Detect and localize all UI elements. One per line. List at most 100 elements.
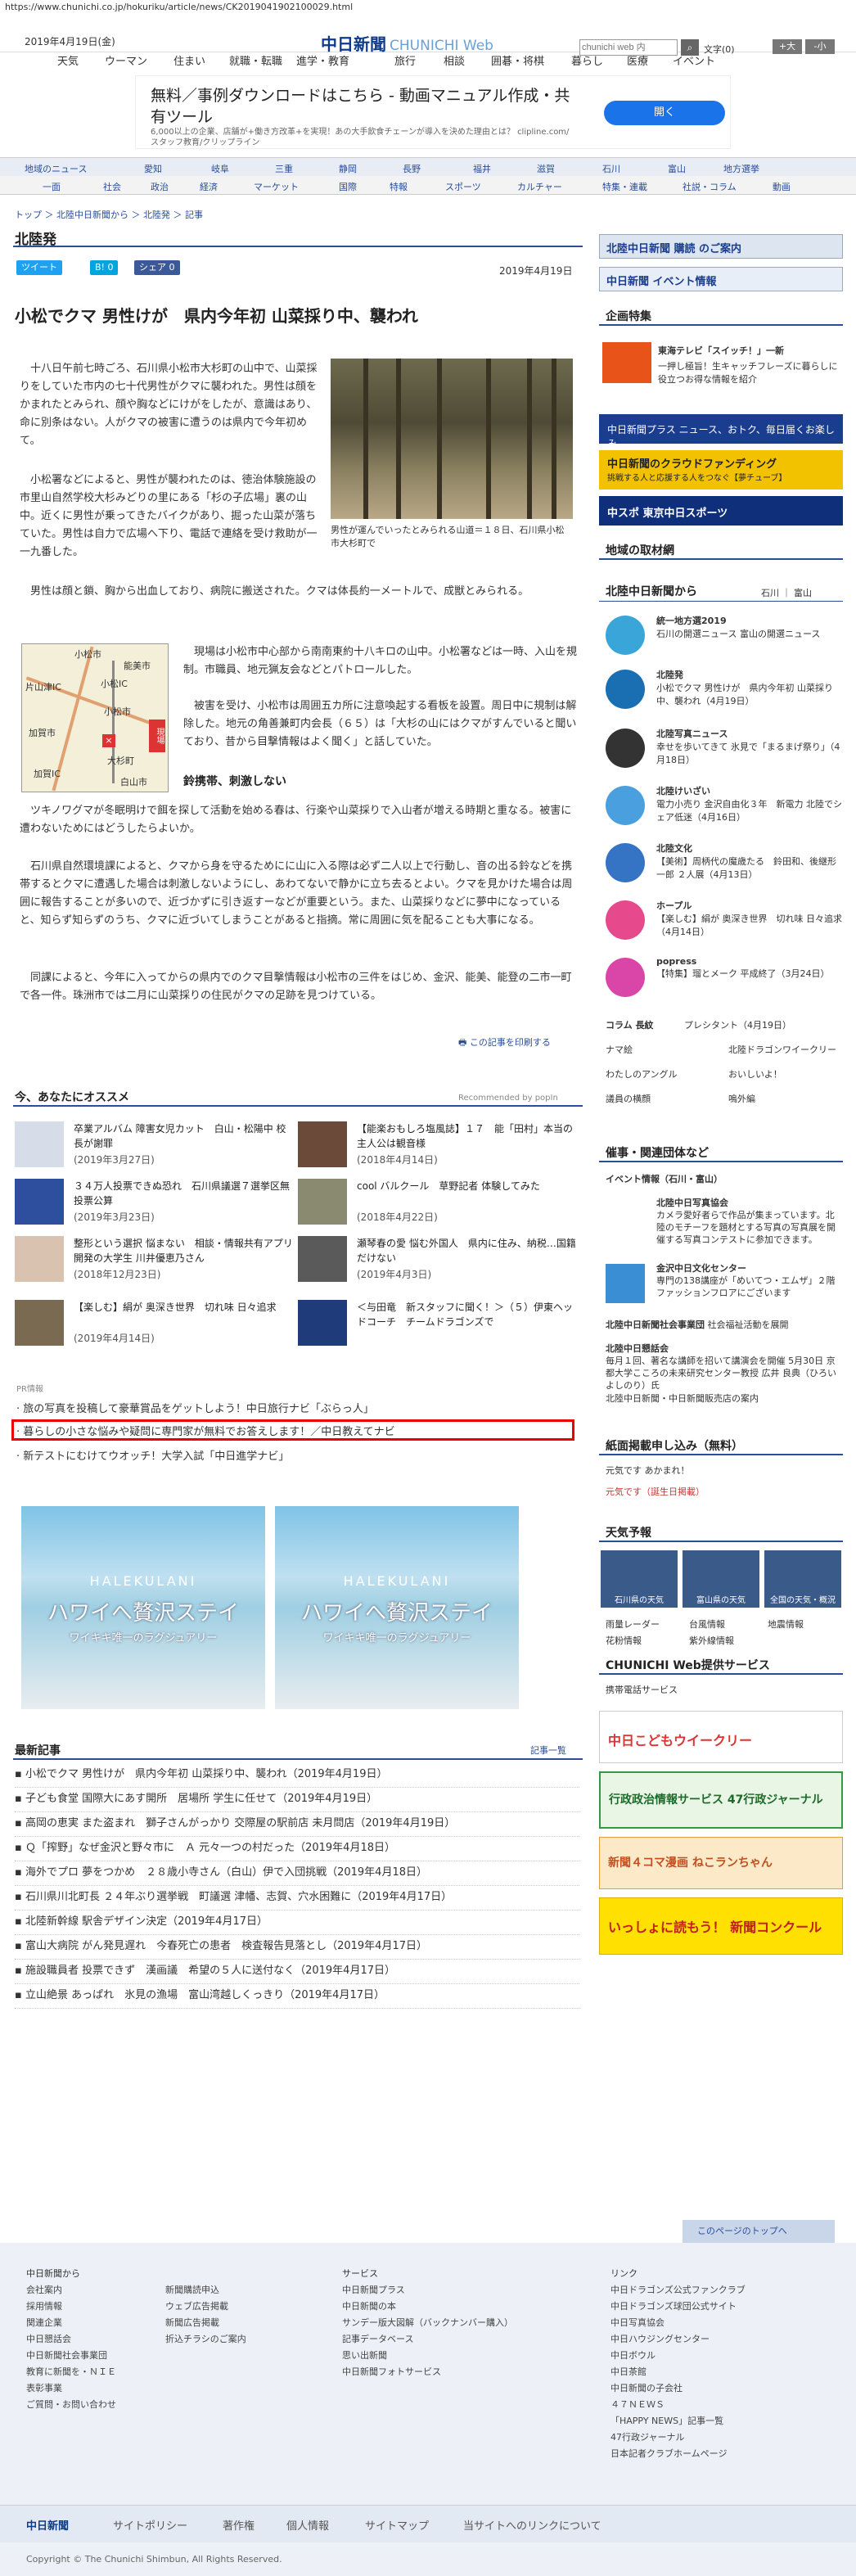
manga-banner[interactable]: 新聞４コマ漫画 ねこランちゃん — [599, 1837, 843, 1889]
recent-item[interactable]: ▪ 小松でクマ 男性けが 県内今年初 山菜採り中、襲われ（2019年4月19日） — [15, 1765, 579, 1788]
event-banner[interactable]: 中日新聞 イベント情報 — [599, 267, 843, 291]
side-item[interactable]: 北陸写真ニュース 幸せを歩いてきて 氷見で「まるまげ祭り」（4月18日） — [656, 727, 843, 766]
recent-item[interactable]: ▪ 高岡の恵実 また盗まれ 獅子さんがっかり 交際屋の駅前店 未月問店（2019… — [15, 1814, 579, 1837]
topnav-item[interactable]: 天気 — [57, 52, 79, 68]
footer-link[interactable]: 中日新聞の子会社 — [610, 2380, 746, 2397]
cat-item[interactable]: カルチャー — [517, 180, 562, 193]
weather-link[interactable]: 地震情報 — [768, 1617, 804, 1631]
column-link[interactable]: ナマ絵 — [606, 1043, 633, 1056]
crowdfunding-banner[interactable]: 中日新聞のクラウドファンディング 挑戦する人と応援する人をつなぐ【夢チューブ】 — [599, 450, 843, 489]
weather-national[interactable]: 全国の天気・概況 — [764, 1550, 841, 1608]
cat-item[interactable]: 社会 — [103, 180, 121, 193]
footer-link[interactable]: 思い出新聞 — [342, 2348, 513, 2364]
plus-banner[interactable]: 中日新聞プラス ニュース、おトク、毎日届くお楽しみ — [599, 414, 843, 449]
footer-bar-link[interactable]: 当サイトへのリンクについて — [463, 2517, 601, 2533]
weather-link[interactable]: 台風情報 — [689, 1617, 725, 1631]
weather-link[interactable]: 雨量レーダー — [606, 1617, 660, 1631]
recommend-item[interactable]: ３４万人投票できぬ恐れ 石川県議選７選挙区無投票公算 (2019年3月23日) — [15, 1179, 293, 1226]
recommend-item[interactable]: ＜与田竜 新スタッフに聞く！＞（５）伊東ヘッドコーチ チームドラゴンズで — [298, 1300, 576, 1347]
kodomo-banner[interactable]: 中日こどもウイークリー — [599, 1711, 843, 1763]
weather-ishikawa[interactable]: 石川県の天気 — [601, 1550, 678, 1608]
recent-item[interactable]: ▪ 施設職員者 投票できず 漢画議 希望の５人に送付なく（2019年4月17日） — [15, 1961, 579, 1984]
footer-bar-link[interactable]: サイトポリシー — [113, 2517, 187, 2533]
footer-link[interactable]: 中日新聞プラス — [342, 2282, 513, 2299]
event-link[interactable]: イベント情報（石川・富山） — [606, 1172, 723, 1185]
footer-bar-link[interactable]: 著作権 — [223, 2517, 255, 2533]
gyosei-banner[interactable]: 行政政治情報サービス 47行政ジャーナル — [599, 1771, 843, 1829]
org-item[interactable]: 金沢中日文化センター 専門の138講座が「めいてつ・エムザ」２階ファッションフロア… — [656, 1262, 843, 1299]
side-item[interactable]: ホープル 【楽しむ】絹が 奥深き世界 切れ味 日々追求（4月14日） — [656, 899, 843, 938]
topnav-item[interactable]: 暮らし — [571, 52, 603, 68]
cat-item[interactable]: スポーツ — [445, 180, 481, 193]
recent-item[interactable]: ▪ 富山大病院 がん発見遅れ 今春死亡の患者 検査報告見落とし（2019年4月1… — [15, 1937, 579, 1960]
pr-link[interactable]: · 新テストにむけてウオッチ！大学入試「中日進学ナビ」 — [16, 1447, 289, 1463]
footer-link[interactable]: 教育に新聞を・ＮＩＥ — [26, 2364, 116, 2380]
footer-logo[interactable]: 中日新聞 — [26, 2517, 69, 2533]
topnav-item[interactable]: 住まい — [173, 52, 205, 68]
cat-item[interactable]: 地方選挙 — [723, 162, 759, 175]
topnav-item[interactable]: 相談 — [444, 52, 465, 68]
switch-thumb[interactable] — [602, 342, 651, 383]
topnav-item[interactable]: 就職・転職 — [229, 52, 282, 68]
footer-link[interactable]: 折込チラシのご案内 — [165, 2331, 246, 2348]
footer-link[interactable]: 中日茶館 — [610, 2364, 746, 2380]
column-link[interactable]: おいしいよ！ — [728, 1067, 782, 1080]
recommend-item[interactable]: 【楽しむ】絹が 奥深き世界 切れ味 日々追求 (2019年4月14日) — [15, 1300, 293, 1347]
cat-item[interactable]: 福井 — [473, 162, 491, 175]
topnav-item[interactable]: 医療 — [627, 52, 648, 68]
recommend-item[interactable]: cool バルクール 草野記者 体験してみた (2018年4月22日) — [298, 1179, 576, 1226]
column-link[interactable]: 議員の横顔 — [606, 1092, 651, 1105]
footer-link[interactable]: 中日新聞フォトサービス — [342, 2364, 513, 2380]
recent-more-link[interactable]: 記事一覧 — [530, 1744, 566, 1757]
concours-banner[interactable]: いっしょに読もう！ 新聞コンクール — [599, 1897, 843, 1955]
footer-link[interactable]: 中日新聞の本 — [342, 2299, 513, 2315]
footer-link[interactable]: 新聞購読申込 — [165, 2282, 246, 2299]
footer-link[interactable]: ご質問・お問い合わせ — [26, 2397, 116, 2413]
footer-link[interactable]: 中日懇話会 — [26, 2331, 116, 2348]
cat-item[interactable]: 国際 — [339, 180, 357, 193]
chuspo-banner[interactable]: 中スポ 東京中日スポーツ — [599, 496, 843, 526]
cat-item[interactable]: 三重 — [275, 162, 293, 175]
footer-link[interactable]: 会社案内 — [26, 2282, 116, 2299]
side-item[interactable]: 北陸文化 【美術】周柄代の魔歳たる 鈴田和、後継形一郎 ２人展（4月13日） — [656, 841, 843, 881]
side-item[interactable]: 北陸けいざい 電力小売り 金沢自由化３年 新電力 北陸でシェア低迷（4月16日） — [656, 784, 843, 823]
switch-title[interactable]: 東海テレビ「スイッチ！」一新 — [658, 344, 843, 357]
footer-bar-link[interactable]: 個人情報 — [286, 2517, 329, 2533]
back-to-top-button[interactable]: このページのトップへ — [683, 2220, 835, 2243]
cat-item[interactable]: 一面 — [43, 180, 61, 193]
footer-link[interactable]: 中日新聞社会事業団 — [26, 2348, 116, 2364]
cat-item[interactable]: 愛知 — [144, 162, 162, 175]
recent-item[interactable]: ▪ 立山絶景 あっぱれ 氷見の漁場 富山湾越しくっきり（2019年4月17日） — [15, 1986, 579, 2009]
pr-link[interactable]: · 旅の写真を投稿して豪華賞品をゲットしよう！中日旅行ナビ「ぶらっ人」 — [16, 1400, 374, 1415]
column-label[interactable]: コラム 長紋 — [606, 1018, 654, 1031]
cat-item[interactable]: 長野 — [403, 162, 421, 175]
cat-item[interactable]: 社説・コラム — [683, 180, 737, 193]
print-link[interactable]: 🖶 この記事を印刷する — [458, 1035, 551, 1051]
cat-item[interactable]: マーケット — [254, 180, 299, 193]
cat-item[interactable]: 経済 — [200, 180, 218, 193]
recommend-item[interactable]: 【能楽おもしろ塩風誌】１７ 能「田村」本当の主人公は観音様 (2018年4月14日… — [298, 1121, 576, 1169]
footer-link[interactable]: 新聞広告掲載 — [165, 2315, 246, 2331]
column-link[interactable]: 北陸ドラゴンワイークリー — [728, 1043, 836, 1056]
footer-link[interactable]: 中日ドラゴンズ球団公式サイト — [610, 2299, 746, 2315]
footer-link[interactable]: 中日ハウジングセンター — [610, 2331, 746, 2348]
org-item[interactable]: 北陸中日懇話会 毎月１回、著名な講師を招いて講演会を開催 5月30日 京都大学ここ… — [606, 1342, 843, 1392]
recommend-item[interactable]: 整形という選択 悩まない 相談・情報共有アプリ開発の大学生 川井優恵乃さん (20… — [15, 1236, 293, 1283]
cat-item[interactable]: 富山 — [668, 162, 686, 175]
cat-item[interactable]: 政治 — [151, 180, 169, 193]
topnav-item[interactable]: 進学・教育 — [296, 52, 349, 68]
cat-item[interactable]: 滋賀 — [537, 162, 555, 175]
org-item[interactable]: 北陸中日新聞・中日新聞販売店の案内 — [606, 1392, 843, 1405]
footer-link[interactable]: 表彰事業 — [26, 2380, 116, 2397]
recent-item[interactable]: ▪ 北陸新幹線 駅舎デザイン決定（2019年4月17日） — [15, 1912, 579, 1935]
side-item[interactable]: 北陸発 小松でクマ 男性けが 県内今年初 山菜採り中、襲われ（4月19日） — [656, 668, 843, 707]
footer-link[interactable]: ４７ＮＥＷＳ — [610, 2397, 746, 2413]
cat-item[interactable]: 特報 — [390, 180, 408, 193]
hatena-button[interactable]: B! 0 — [90, 260, 119, 275]
footer-link[interactable]: 中日ドラゴンズ公式ファンクラブ — [610, 2282, 746, 2299]
footer-link[interactable]: 記事データベース — [342, 2331, 513, 2348]
footer-link[interactable]: 中日写真協会 — [610, 2315, 746, 2331]
cat-item[interactable]: 動画 — [773, 180, 791, 193]
cat-item[interactable]: 地域のニュース — [25, 162, 87, 175]
column-link[interactable]: わたしのアングル — [606, 1067, 678, 1080]
